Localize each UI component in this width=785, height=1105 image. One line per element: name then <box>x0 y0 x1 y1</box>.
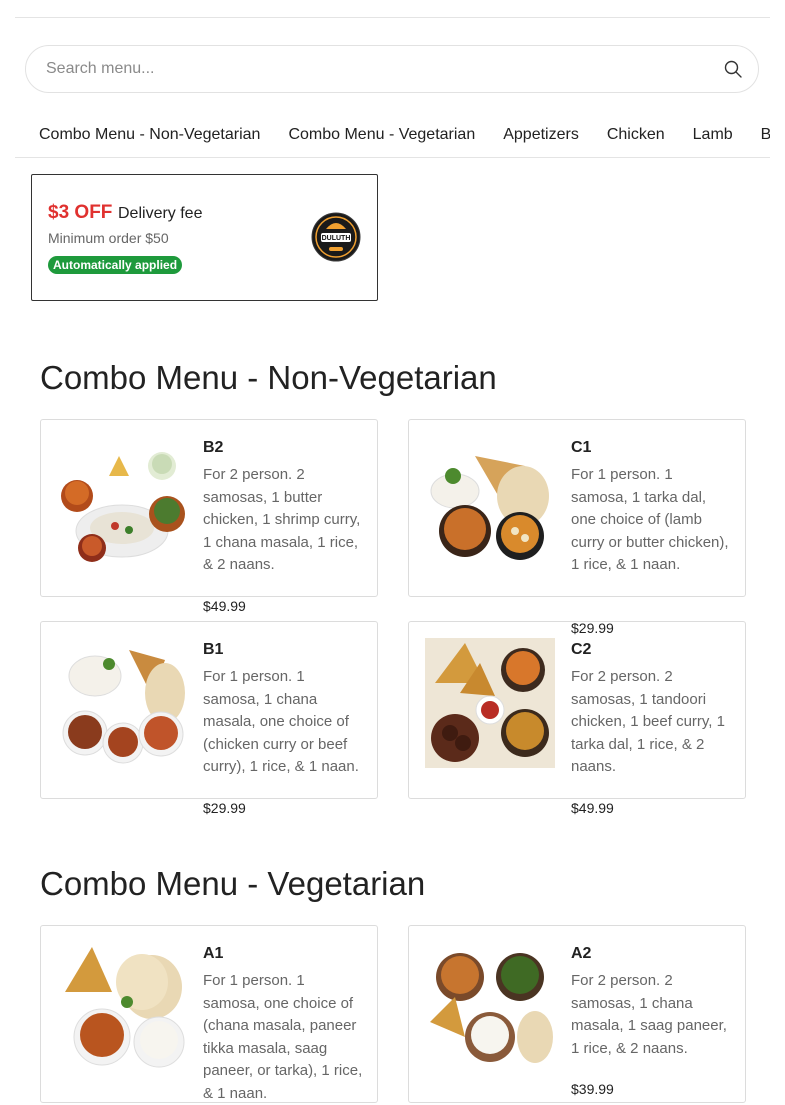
item-price: $39.99 <box>571 1081 614 1097</box>
menu-item-card[interactable]: A1 For 1 person. 1 samosa, one choice of… <box>40 925 378 1103</box>
category-tabs: Combo Menu - Non-Vegetarian Combo Menu - … <box>15 118 770 158</box>
promo-label: Delivery fee <box>118 205 203 222</box>
item-description: For 2 person. 2 samosas, 1 chana masala,… <box>571 972 727 1057</box>
search-input[interactable] <box>46 46 686 92</box>
menu-item-card[interactable]: B2 For 2 person. 2 samosas, 1 butter chi… <box>40 419 378 614</box>
tab-appetizers[interactable]: Appetizers <box>489 118 593 157</box>
item-name: C1 <box>571 439 592 456</box>
svg-text:DULUTH: DULUTH <box>322 235 351 242</box>
item-name: A2 <box>571 945 592 962</box>
item-description: For 2 person. 2 samosas, 1 butter chicke… <box>203 466 361 573</box>
dish-image <box>425 942 555 1072</box>
promo-minimum: Minimum order $50 <box>48 230 169 246</box>
tab-lamb[interactable]: Lamb <box>679 118 747 157</box>
dish-image <box>57 436 187 566</box>
tab-combo-veg[interactable]: Combo Menu - Vegetarian <box>274 118 489 157</box>
promo-badge: Automatically applied <box>48 256 183 274</box>
item-price: $49.99 <box>203 598 246 614</box>
item-price: $49.99 <box>571 800 614 816</box>
item-name: C2 <box>571 641 592 658</box>
menu-item-card[interactable]: C2 For 2 person. 2 samosas, 1 tandoori c… <box>408 621 746 816</box>
menu-item-card[interactable]: B1 For 1 person. 1 samosa, 1 chana masal… <box>40 621 378 816</box>
item-description: For 1 person. 1 samosa, one choice of (c… <box>203 972 363 1102</box>
dish-image <box>425 436 555 566</box>
dish-image <box>425 638 555 768</box>
dish-image <box>57 638 187 768</box>
promo-card[interactable]: $3 OFF Delivery fee Minimum order $50 Au… <box>31 174 378 301</box>
restaurant-logo: DULUTH <box>311 212 361 262</box>
tab-combo-non-veg[interactable]: Combo Menu - Non-Vegetarian <box>15 118 274 157</box>
item-description: For 2 person. 2 samosas, 1 tandoori chic… <box>571 668 725 775</box>
menu-item-card[interactable]: C1 For 1 person. 1 samosa, 1 tarka dal, … <box>408 419 746 636</box>
search-bar <box>25 45 759 93</box>
item-price: $29.99 <box>203 800 246 816</box>
section-title-veg: Combo Menu - Vegetarian <box>40 865 426 902</box>
tab-chicken[interactable]: Chicken <box>593 118 679 157</box>
search-icon[interactable] <box>724 60 742 78</box>
item-name: B2 <box>203 439 224 456</box>
item-name: B1 <box>203 641 224 658</box>
item-name: A1 <box>203 945 224 962</box>
item-description: For 1 person. 1 samosa, 1 tarka dal, one… <box>571 466 729 573</box>
tab-overflow[interactable]: B <box>747 118 770 157</box>
menu-item-card[interactable]: A2 For 2 person. 2 samosas, 1 chana masa… <box>408 925 746 1103</box>
dish-image <box>57 942 187 1072</box>
item-description: For 1 person. 1 samosa, 1 chana masala, … <box>203 668 359 775</box>
promo-discount: $3 OFF <box>48 202 113 223</box>
section-title-non-veg: Combo Menu - Non-Vegetarian <box>40 359 497 396</box>
top-divider <box>15 17 770 18</box>
